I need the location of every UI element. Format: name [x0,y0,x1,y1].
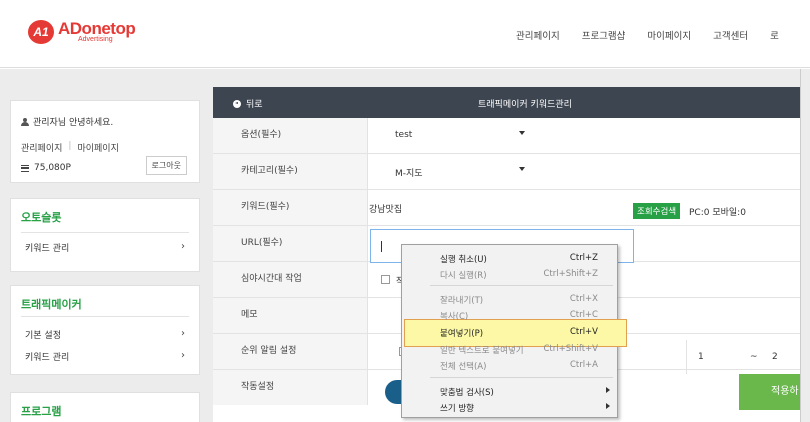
menu-item-shortcut: Ctrl+Shift+Z [543,269,598,279]
category-value: M-지도 [395,169,423,179]
sidebar-item-auto-keyword[interactable]: 키워드 관리 › [25,241,185,254]
sidebar-item-traffic-keyword[interactable]: 키워드 관리 › [25,350,185,363]
nav-admin-page[interactable]: 관리페이지 [516,28,560,42]
menu-item-label: 쓰기 방향 [440,404,474,414]
menu-item-spellcheck[interactable]: 맞춤법 검사(S) [402,383,617,399]
menu-item-shortcut: Ctrl+V [569,327,598,337]
traffic-maker-title: 트래픽메이커 [21,298,82,311]
menu-item-shortcut: Ctrl+Shift+V [543,344,598,354]
sidebar-item-label: 기본 설정 [25,331,61,341]
nav-customer-center[interactable]: 고객센터 [713,28,748,42]
menu-item-paste[interactable]: 붙여넣기(P) Ctrl+V [402,324,617,340]
rank-to[interactable]: 2 [772,352,778,362]
category-label: 카테고리(필수) [213,154,368,189]
menu-item-label: 맞춤법 검사(S) [440,388,494,398]
user-info-card: 관리자님 안녕하세요. 관리페이지 | 마이페이지 75,080P 로그아웃 [10,100,200,183]
logo-name: ADonetop [58,19,136,38]
program-card: 프로그램 [10,392,200,422]
sidebar-item-label: 키워드 관리 [25,353,70,363]
caret-down-icon [519,131,525,135]
submenu-arrow-icon [606,387,610,393]
menu-item-undo[interactable]: 실행 취소(U) Ctrl+Z [402,250,617,266]
top-header: A1 ADonetop Advertising 관리페이지 프로그램샵 마이페이… [0,0,810,68]
nav-program-shop[interactable]: 프로그램샵 [582,28,626,42]
rank-from[interactable]: 1 [698,352,704,362]
sidebar-item-basic-settings[interactable]: 기본 설정 › [25,328,185,341]
link-admin-page[interactable]: 관리페이지 [21,141,62,154]
menu-item-shortcut: Ctrl+X [569,294,598,304]
option-value: test [395,130,413,140]
link-my-page[interactable]: 마이페이지 [77,141,118,154]
menu-item-cut[interactable]: 잘라내기(T) Ctrl+X [402,291,617,307]
logo-badge: A1 [28,20,54,44]
window-edge [800,69,810,422]
back-arrow-icon [233,99,241,108]
text-cursor [381,241,382,252]
menu-lines-icon [21,164,29,172]
menu-item-writing-direction[interactable]: 쓰기 방향 [402,399,617,415]
chevron-right-icon: › [181,328,185,339]
site-logo[interactable]: A1 ADonetop Advertising [28,19,136,44]
menu-item-label: 붙여넣기(P) [440,329,484,339]
auto-slot-card: 오토슬롯 키워드 관리 › [10,198,200,272]
option-label: 옵션(필수) [213,118,368,153]
greeting-text: 관리자님 안녕하세요. [33,118,114,128]
pc-mobile-count: PC:0 모바일:0 [689,208,746,218]
menu-item-copy[interactable]: 복사(C) Ctrl+C [402,307,617,323]
night-work-checkbox[interactable] [381,275,390,284]
row-option: 옵션(필수) test [213,118,810,154]
menu-item-label: 복사(C) [440,312,469,322]
panel-title: 트래픽메이커 키워드관리 [478,100,572,110]
card-divider [21,316,189,317]
program-title: 프로그램 [21,405,62,418]
back-label: 뒤로 [246,100,263,110]
traffic-maker-card: 트래픽메이커 기본 설정 › 키워드 관리 › [10,285,200,375]
menu-item-paste-plain[interactable]: 일반 텍스트로 붙여넣기 Ctrl+Shift+V [402,341,617,357]
menu-separator [430,285,613,286]
context-menu: 실행 취소(U) Ctrl+Z 다시 실행(R) Ctrl+Shift+Z 잘라… [401,244,627,418]
auto-slot-title: 오토슬롯 [21,211,62,224]
memo-label: 메모 [213,298,368,333]
card-divider [21,232,189,233]
link-separator: | [68,141,72,151]
rank-range: 1 ~ 2 [686,340,810,374]
nav-login[interactable]: 로 [770,28,779,42]
view-count-search-button[interactable]: 조회수검색 [633,203,681,219]
points-value: 75,080P [34,163,71,173]
chevron-right-icon: › [181,350,185,361]
menu-item-label: 일반 텍스트로 붙여넣기 [440,346,524,356]
user-links: 관리페이지 | 마이페이지 [21,141,119,154]
rank-tilde: ~ [750,352,758,362]
menu-separator [430,377,613,378]
sidebar-item-label: 키워드 관리 [25,244,70,254]
chevron-right-icon: › [181,241,185,252]
menu-item-shortcut: Ctrl+Z [569,253,598,263]
url-label: URL(필수) [213,226,368,261]
caret-down-icon [519,167,525,171]
night-work-label: 심야시간대 작업 [213,262,368,297]
rank-alert-label: 순위 알림 설정 [213,334,368,369]
logo-text: ADonetop Advertising [58,19,136,43]
nav-my-page[interactable]: 마이페이지 [647,28,691,42]
run-setting-label: 작동설정 [213,370,368,405]
back-button[interactable]: 뒤로 [233,97,263,110]
row-category: 카테고리(필수) M-지도 [213,154,810,190]
menu-item-label: 다시 실행(R) [440,271,487,281]
top-navigation: 관리페이지 프로그램샵 마이페이지 고객센터 로 [516,28,801,42]
user-icon [21,117,29,126]
menu-item-shortcut: Ctrl+C [569,310,598,320]
keyword-label: 키워드(필수) [213,190,368,225]
menu-item-redo[interactable]: 다시 실행(R) Ctrl+Shift+Z [402,266,617,282]
menu-item-select-all[interactable]: 전체 선택(A) Ctrl+A [402,357,617,373]
logout-button[interactable]: 로그아웃 [145,156,187,175]
submenu-arrow-icon [606,403,610,409]
user-greeting: 관리자님 안녕하세요. [21,115,113,128]
menu-item-label: 전체 선택(A) [440,362,487,372]
menu-item-shortcut: Ctrl+A [569,360,598,370]
panel-header: 뒤로 트래픽메이커 키워드관리 [213,87,810,118]
menu-item-label: 잘라내기(T) [440,296,484,306]
keyword-value[interactable]: 강남맛집 [369,202,402,215]
points-display: 75,080P [21,163,71,173]
menu-item-label: 실행 취소(U) [440,255,487,265]
